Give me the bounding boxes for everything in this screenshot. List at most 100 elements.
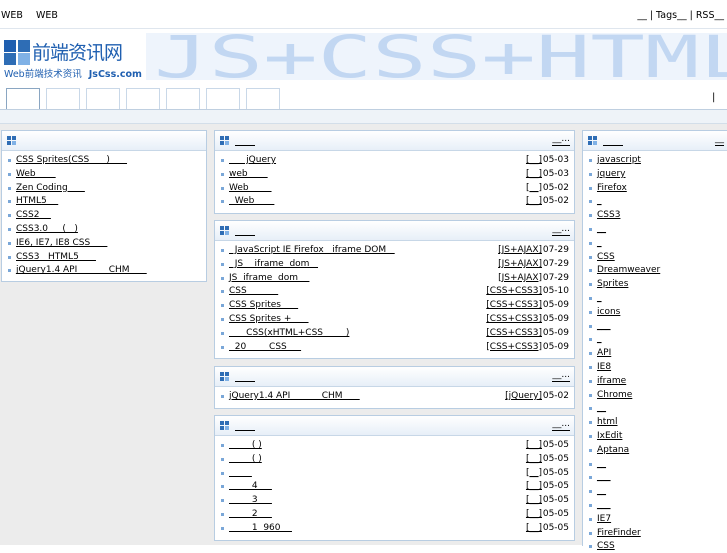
mid-panel-more[interactable]: __... xyxy=(552,370,570,382)
list-item-link[interactable]: jQuery1.4 API CHM xyxy=(16,263,147,277)
article-row[interactable]: 20 CSS [CSS+CSS3] 05-09 xyxy=(215,340,574,354)
article-title[interactable]: 3 xyxy=(229,493,272,507)
article-category[interactable]: [JS+AJAX] xyxy=(498,257,542,271)
tag-link[interactable]: html xyxy=(597,415,618,429)
tab-2[interactable] xyxy=(46,88,80,109)
tag-item[interactable]: API xyxy=(583,346,727,360)
tag-item[interactable]: iframe xyxy=(583,374,727,388)
tag-item[interactable]: ___ xyxy=(583,498,727,512)
article-title[interactable]: jQuery1.4 API CHM xyxy=(229,389,360,403)
article-row[interactable]: jQuery [__] 05-03 xyxy=(215,153,574,167)
article-title[interactable]: 4 xyxy=(229,479,272,493)
article-title[interactable]: JS iframe dom xyxy=(229,271,309,285)
article-title[interactable] xyxy=(229,466,252,480)
article-category[interactable]: [__] xyxy=(526,194,542,208)
mid-panel-more[interactable]: __... xyxy=(552,224,570,236)
list-item[interactable]: CSS3.0 ( ) xyxy=(2,222,206,236)
article-category[interactable]: [CSS+CSS3] xyxy=(486,298,542,312)
tab-6[interactable] xyxy=(206,88,240,109)
article-row[interactable]: CSS Sprites [CSS+CSS3] 05-09 xyxy=(215,298,574,312)
tag-link[interactable]: _ xyxy=(597,291,602,305)
tab-3[interactable] xyxy=(86,88,120,109)
tag-item[interactable]: Sprites xyxy=(583,277,727,291)
article-title[interactable]: Web xyxy=(229,181,272,195)
tag-link[interactable]: CSS xyxy=(597,539,615,553)
tag-item[interactable]: CSS xyxy=(583,250,727,264)
tab-1[interactable] xyxy=(6,88,40,110)
article-title[interactable]: CSS xyxy=(229,284,278,298)
article-category[interactable]: [CSS+CSS3] xyxy=(486,284,542,298)
article-title[interactable]: CSS(xHTML+CSS ) xyxy=(229,326,349,340)
article-title[interactable]: JavaScript IE Firefox iframe DOM xyxy=(229,243,395,257)
tag-item[interactable]: ___ xyxy=(583,470,727,484)
article-category[interactable]: [CSS+CSS3] xyxy=(486,340,542,354)
tag-link[interactable]: jquery xyxy=(597,167,625,181)
tag-item[interactable]: FireFinder xyxy=(583,526,727,540)
article-category[interactable]: [__] xyxy=(526,521,542,535)
tag-item[interactable]: _ xyxy=(583,236,727,250)
article-category[interactable]: [__] xyxy=(526,167,542,181)
tag-item[interactable]: __ xyxy=(583,222,727,236)
tag-item[interactable]: icons xyxy=(583,305,727,319)
article-title[interactable]: 2 xyxy=(229,507,272,521)
tag-item[interactable]: CSS xyxy=(583,539,727,553)
tag-item[interactable]: jquery xyxy=(583,167,727,181)
list-item-link[interactable]: CSS2 xyxy=(16,208,51,222)
article-row[interactable]: ( ) [__] 05-05 xyxy=(215,438,574,452)
list-item-link[interactable]: Zen Coding xyxy=(16,181,85,195)
article-category[interactable]: [__] xyxy=(526,452,542,466)
tag-link[interactable]: IxEdit xyxy=(597,429,622,443)
article-row[interactable]: 3 [__] 05-05 xyxy=(215,493,574,507)
tag-link[interactable]: IE8 xyxy=(597,360,611,374)
mid-panel-more[interactable]: __... xyxy=(552,419,570,431)
tag-item[interactable]: html xyxy=(583,415,727,429)
tag-link[interactable]: __ xyxy=(597,457,606,471)
tag-link[interactable]: _ xyxy=(597,194,602,208)
article-row[interactable]: web [__] 05-03 xyxy=(215,167,574,181)
tag-link[interactable]: Aptana xyxy=(597,443,629,457)
tag-link[interactable]: _ xyxy=(597,236,602,250)
article-title[interactable]: ( ) xyxy=(229,438,262,452)
article-category[interactable]: [__] xyxy=(526,466,542,480)
tag-link[interactable]: ___ xyxy=(597,319,611,333)
article-title[interactable]: 20 CSS xyxy=(229,340,301,354)
article-category[interactable]: [__] xyxy=(526,153,542,167)
article-title[interactable]: web xyxy=(229,167,268,181)
top-link-web-1[interactable]: WEB xyxy=(1,10,23,21)
tag-item[interactable]: _ xyxy=(583,194,727,208)
article-category[interactable]: [__] xyxy=(526,438,542,452)
article-row[interactable]: JS iframe dom [JS+AJAX] 07-29 xyxy=(215,257,574,271)
list-item[interactable]: CSS Sprites(CSS ) xyxy=(2,153,206,167)
article-row[interactable]: Web [__] 05-02 xyxy=(215,181,574,195)
tab-4[interactable] xyxy=(126,88,160,109)
list-item-link[interactable]: CSS3.0 ( ) xyxy=(16,222,78,236)
tag-item[interactable]: IxEdit xyxy=(583,429,727,443)
top-right-links[interactable]: __ | Tags__ | RSS__ xyxy=(637,10,724,21)
tag-link[interactable]: Chrome xyxy=(597,388,632,402)
tag-item[interactable]: __ xyxy=(583,401,727,415)
article-row[interactable]: CSS Sprites + [CSS+CSS3] 05-09 xyxy=(215,312,574,326)
tag-link[interactable]: __ xyxy=(597,484,606,498)
tag-link[interactable]: Sprites xyxy=(597,277,628,291)
article-category[interactable]: [__] xyxy=(526,493,542,507)
tag-link[interactable]: ___ xyxy=(597,498,611,512)
tag-item[interactable]: __ xyxy=(583,457,727,471)
tab-5[interactable] xyxy=(166,88,200,109)
tag-link[interactable]: API xyxy=(597,346,611,360)
tag-link[interactable]: IE7 xyxy=(597,512,611,526)
right-panel-more[interactable]: __ xyxy=(715,134,724,146)
tag-item[interactable]: Dreamweaver xyxy=(583,263,727,277)
list-item[interactable]: HTML5 xyxy=(2,194,206,208)
article-row[interactable]: Web [__] 05-02 xyxy=(215,194,574,208)
article-category[interactable]: [__] xyxy=(526,181,542,195)
list-item[interactable]: Zen Coding xyxy=(2,181,206,195)
tag-item[interactable]: __ xyxy=(583,484,727,498)
tag-link[interactable]: FireFinder xyxy=(597,526,641,540)
article-row[interactable]: CSS [CSS+CSS3] 05-10 xyxy=(215,284,574,298)
tag-item[interactable]: CSS3 xyxy=(583,208,727,222)
article-row[interactable]: ( ) [__] 05-05 xyxy=(215,452,574,466)
tag-link[interactable]: javascript xyxy=(597,153,641,167)
article-row[interactable]: 4 [__] 05-05 xyxy=(215,479,574,493)
tag-item[interactable]: Chrome xyxy=(583,388,727,402)
tag-item[interactable]: IE8 xyxy=(583,360,727,374)
